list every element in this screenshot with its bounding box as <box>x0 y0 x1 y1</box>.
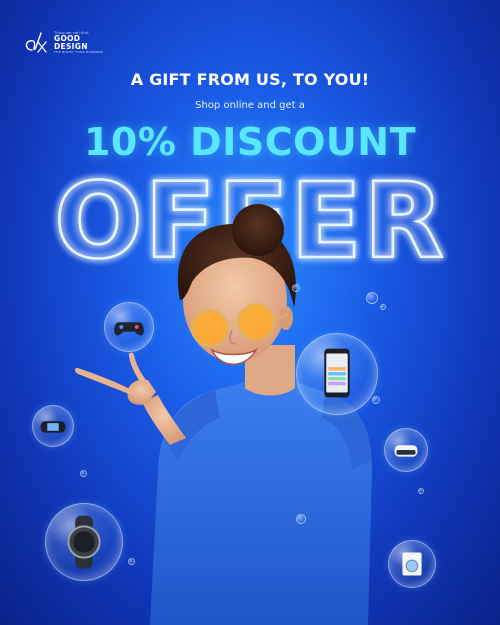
micro-bubble <box>128 558 135 565</box>
bubble-smartwatch <box>45 503 123 581</box>
handheld-console-icon <box>40 421 66 433</box>
micro-bubble <box>366 292 378 304</box>
bubble-handheld-console <box>32 405 74 447</box>
promo-poster: Thing we call first GOOD DESIGN THE BOOS… <box>0 0 500 625</box>
micro-bubble <box>80 470 87 477</box>
micro-bubble <box>418 488 424 494</box>
micro-bubble <box>380 304 386 310</box>
bubble-smartphone <box>296 333 378 415</box>
micro-bubble <box>372 396 380 404</box>
micro-bubble <box>296 514 306 524</box>
bubble-vr-headset <box>384 428 428 472</box>
smartwatch-icon <box>67 515 101 569</box>
micro-bubble <box>292 284 300 292</box>
smartphone-icon <box>324 348 350 398</box>
gamepad-icon <box>114 322 144 336</box>
bubble-washing-machine <box>388 540 436 588</box>
washing-machine-icon <box>402 552 422 576</box>
vr-headset-icon <box>394 445 418 457</box>
bubble-gamepad <box>104 302 154 352</box>
